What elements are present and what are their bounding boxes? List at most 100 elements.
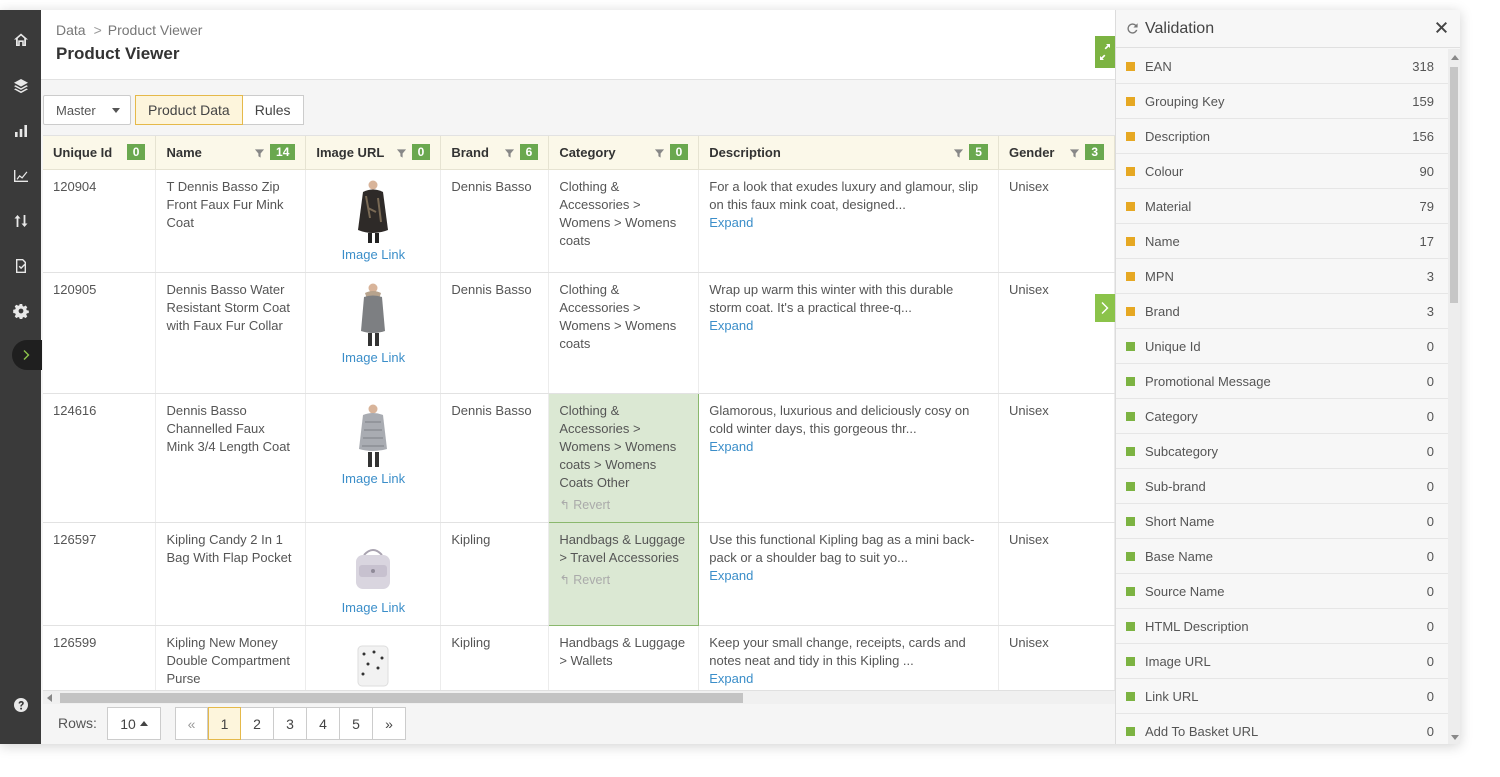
horizontal-scrollbar[interactable]	[43, 690, 1115, 704]
filter-icon[interactable]	[1069, 147, 1080, 158]
validation-item-promotional-message[interactable]: Promotional Message 0	[1116, 364, 1448, 399]
page-first[interactable]: «	[175, 707, 208, 740]
cell-image-url[interactable]: Image Link	[305, 169, 442, 273]
cell-name[interactable]: Dennis Basso Channelled Faux Mink 3/4 Le…	[155, 393, 307, 523]
validation-item-subcategory[interactable]: Subcategory 0	[1116, 434, 1448, 469]
cell-brand[interactable]: Dennis Basso	[440, 393, 550, 523]
cell-category[interactable]: Clothing & Accessories > Womens > Womens…	[548, 272, 700, 394]
validation-item-grouping-key[interactable]: Grouping Key 159	[1116, 84, 1448, 119]
validation-item-name[interactable]: Name 17	[1116, 224, 1448, 259]
area-chart-icon[interactable]	[0, 162, 41, 190]
help-icon[interactable]	[0, 691, 41, 719]
image-link[interactable]: Image Link	[342, 600, 406, 615]
cell-unique-id[interactable]: 120904	[43, 169, 157, 273]
cell-brand[interactable]: Kipling	[440, 625, 550, 690]
checklist-icon[interactable]	[0, 252, 41, 280]
refresh-icon[interactable]	[1126, 22, 1139, 35]
validation-item-unique-id[interactable]: Unique Id 0	[1116, 329, 1448, 364]
validation-item-html-description[interactable]: HTML Description 0	[1116, 609, 1448, 644]
validation-item-ean[interactable]: EAN 318	[1116, 49, 1448, 84]
validation-item-colour[interactable]: Colour 90	[1116, 154, 1448, 189]
column-header-unique-id[interactable]: Unique Id 0	[43, 136, 157, 170]
filter-icon[interactable]	[254, 147, 265, 158]
cell-name[interactable]: T Dennis Basso Zip Front Faux Fur Mink C…	[155, 169, 307, 273]
cell-gender[interactable]: Unisex	[998, 169, 1115, 273]
filter-icon[interactable]	[953, 147, 964, 158]
expand-link[interactable]: Expand	[709, 568, 753, 583]
cell-brand[interactable]: Kipling	[440, 522, 550, 626]
column-header-name[interactable]: Name 14	[155, 136, 307, 170]
page-1[interactable]: 1	[208, 707, 241, 740]
validation-item-sub-brand[interactable]: Sub-brand 0	[1116, 469, 1448, 504]
cell-description[interactable]: Glamorous, luxurious and deliciously cos…	[698, 393, 999, 523]
validation-item-add-to-basket-url[interactable]: Add To Basket URL 0	[1116, 714, 1448, 744]
table-row[interactable]: 124616 Dennis Basso Channelled Faux Mink…	[43, 392, 1115, 523]
validation-scrollbar[interactable]	[1448, 49, 1460, 744]
expand-link[interactable]: Expand	[709, 215, 753, 230]
expand-link[interactable]: Expand	[709, 318, 753, 333]
cell-image-url[interactable]	[305, 625, 442, 690]
cell-name[interactable]: Dennis Basso Water Resistant Storm Coat …	[155, 272, 307, 394]
table-row[interactable]: 120905 Dennis Basso Water Resistant Stor…	[43, 272, 1115, 394]
page-4[interactable]: 4	[307, 707, 340, 740]
layers-icon[interactable]	[0, 72, 41, 100]
table-row[interactable]: 126599 Kipling New Money Double Compartm…	[43, 625, 1115, 690]
transfer-icon[interactable]	[0, 207, 41, 235]
breadcrumb-root[interactable]: Data	[56, 22, 86, 38]
scrollbar-thumb[interactable]	[60, 693, 743, 703]
expand-link[interactable]: Expand	[709, 439, 753, 454]
view-select[interactable]: Master	[43, 95, 131, 125]
validation-item-link-url[interactable]: Link URL 0	[1116, 679, 1448, 714]
page-last[interactable]: »	[373, 707, 406, 740]
column-header-category[interactable]: Category 0	[548, 136, 700, 170]
cell-gender[interactable]: Unisex	[998, 393, 1115, 523]
filter-icon[interactable]	[396, 147, 407, 158]
table-row[interactable]: 120904 T Dennis Basso Zip Front Faux Fur…	[43, 169, 1115, 273]
filter-icon[interactable]	[654, 147, 665, 158]
cell-gender[interactable]: Unisex	[998, 522, 1115, 626]
column-header-gender[interactable]: Gender 3	[998, 136, 1115, 170]
cell-gender[interactable]: Unisex	[998, 272, 1115, 394]
column-header-description[interactable]: Description 5	[698, 136, 999, 170]
cell-brand[interactable]: Dennis Basso	[440, 272, 550, 394]
fullscreen-button[interactable]	[1095, 36, 1115, 68]
table-row[interactable]: 126597 Kipling Candy 2 In 1 Bag With Fla…	[43, 521, 1115, 626]
scrollbar-thumb[interactable]	[1450, 67, 1458, 303]
scroll-down-icon[interactable]	[1451, 735, 1459, 740]
cell-category[interactable]: Clothing & Accessories > Womens > Womens…	[548, 169, 700, 273]
filter-icon[interactable]	[504, 147, 515, 158]
cell-unique-id[interactable]: 126597	[43, 522, 157, 626]
cell-image-url[interactable]: Image Link	[305, 393, 442, 523]
cell-image-url[interactable]: Image Link	[305, 272, 442, 394]
home-icon[interactable]	[0, 26, 41, 54]
validation-item-brand[interactable]: Brand 3	[1116, 294, 1448, 329]
revert-link[interactable]: ↰ Revert	[559, 496, 688, 514]
cell-name[interactable]: Kipling Candy 2 In 1 Bag With Flap Pocke…	[155, 522, 307, 626]
cell-description[interactable]: Keep your small change, receipts, cards …	[698, 625, 999, 690]
cell-description[interactable]: Wrap up warm this winter with this durab…	[698, 272, 999, 394]
cell-image-url[interactable]: Image Link	[305, 522, 442, 626]
cell-category[interactable]: Handbags & Luggage > Wallets	[548, 625, 700, 690]
validation-item-description[interactable]: Description 156	[1116, 119, 1448, 154]
image-link[interactable]: Image Link	[342, 350, 406, 365]
validation-item-short-name[interactable]: Short Name 0	[1116, 504, 1448, 539]
column-header-image-url[interactable]: Image URL 0	[305, 136, 442, 170]
cell-gender[interactable]: Unisex	[998, 625, 1115, 690]
chevron-right-icon[interactable]	[12, 340, 42, 370]
cell-category-modified[interactable]: Clothing & Accessories > Womens > Womens…	[548, 392, 700, 523]
cell-description[interactable]: Use this functional Kipling bag as a min…	[698, 522, 999, 626]
page-3[interactable]: 3	[274, 707, 307, 740]
scroll-left-icon[interactable]	[47, 694, 52, 702]
cell-description[interactable]: For a look that exudes luxury and glamou…	[698, 169, 999, 273]
expand-link[interactable]: Expand	[709, 671, 753, 686]
validation-item-base-name[interactable]: Base Name 0	[1116, 539, 1448, 574]
page-2[interactable]: 2	[241, 707, 274, 740]
panel-toggle-button[interactable]	[1095, 294, 1115, 322]
gear-icon[interactable]	[0, 297, 41, 325]
rows-per-page-select[interactable]: 10	[107, 707, 161, 740]
validation-item-image-url[interactable]: Image URL 0	[1116, 644, 1448, 679]
close-icon[interactable]	[1436, 21, 1450, 35]
scroll-up-icon[interactable]	[1451, 55, 1459, 60]
column-header-brand[interactable]: Brand 6	[440, 136, 550, 170]
image-link[interactable]: Image Link	[342, 247, 406, 262]
